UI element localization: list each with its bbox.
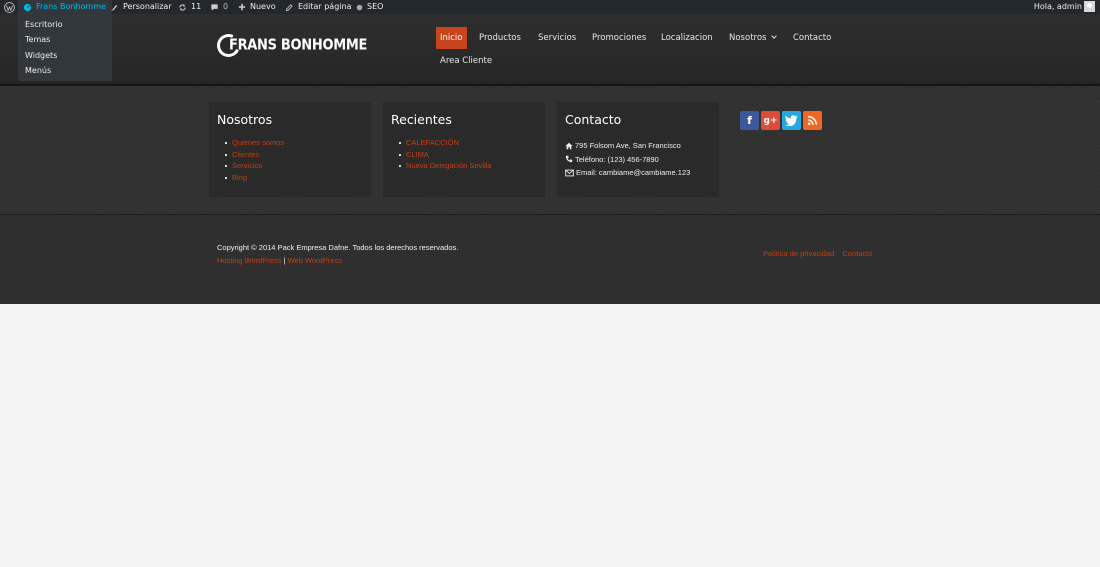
widget-title-recientes: Recientes xyxy=(391,112,452,127)
contact-address: 795 Folsom Ave, San Francisco xyxy=(565,139,690,153)
web-wordpress-link[interactable]: Web WordPress xyxy=(288,256,342,265)
email-text: Email: cambiame@cambiame.123 xyxy=(576,168,691,178)
comments-count: 0 xyxy=(223,2,229,11)
twitter-icon[interactable] xyxy=(782,111,801,130)
site-menu-item-widgets[interactable]: Widgets xyxy=(18,51,112,66)
widget-title-nosotros: Nosotros xyxy=(217,112,273,127)
nav-item-nosotros[interactable]: Nosotros xyxy=(729,27,778,49)
widget-nosotros: Nosotros Quienes somos Clientes Servicio… xyxy=(209,102,371,197)
nav-item-inicio[interactable]: Inicio xyxy=(436,27,467,49)
phone-text: Teléfono: (123) 456-7890 xyxy=(575,154,659,164)
link-quienes-somos[interactable]: Quienes somos xyxy=(223,137,284,149)
new-label: Nuevo xyxy=(250,2,276,11)
updates-link[interactable]: 11 xyxy=(178,0,201,14)
account-menu[interactable]: Hola, admin xyxy=(1034,0,1082,14)
footer-link-separator: | xyxy=(283,256,286,265)
chevron-down-icon xyxy=(771,33,778,39)
edit-page-label: Editar página xyxy=(298,2,352,11)
link-clientes[interactable]: Clientes xyxy=(223,149,284,161)
hosting-wordpress-link[interactable]: Hosting WordPress xyxy=(217,256,281,265)
customize-link[interactable]: Personalizar xyxy=(110,0,172,14)
seo-label: SEO xyxy=(367,2,384,11)
nav-item-nosotros-label: Nosotros xyxy=(729,33,767,43)
widget-title-contacto: Contacto xyxy=(565,112,622,127)
wordpress-logo-icon[interactable] xyxy=(2,0,16,14)
site-dropdown-menu: Escritorio Temas Widgets Menús xyxy=(18,14,112,81)
site-menu-item-menus[interactable]: Menús xyxy=(18,66,112,81)
logo-text: FRANS BONHOMME xyxy=(229,36,368,55)
nav-item-area-cliente[interactable]: Area Cliente xyxy=(440,50,492,72)
dashboard-icon xyxy=(23,3,32,11)
contact-phone: Teléfono: (123) 456-7890 xyxy=(565,153,690,167)
footer-widgets-area xyxy=(0,86,1100,214)
seo-status-icon xyxy=(356,4,363,10)
address-text: 795 Folsom Ave, San Francisco xyxy=(575,141,681,151)
nav-item-productos[interactable]: Productos xyxy=(479,27,521,49)
link-blog[interactable]: Blog xyxy=(223,172,284,184)
footer-nav: Política de privacidad Contacto xyxy=(763,249,872,258)
recientes-links: CALEFACCIÓN CLIMA Nueva Delegación Sevil… xyxy=(397,137,491,172)
site-header: FRANS BONHOMME xyxy=(0,14,1100,84)
site-logo[interactable]: FRANS BONHOMME xyxy=(213,30,368,61)
greeting-label: Hola, admin xyxy=(1033,2,1082,11)
home-icon xyxy=(565,142,573,149)
comments-link[interactable]: 0 xyxy=(210,0,228,14)
brush-icon xyxy=(111,4,118,11)
new-content-menu[interactable]: Nuevo xyxy=(238,0,276,14)
pencil-icon xyxy=(285,3,293,11)
site-menu-item-temas[interactable]: Temas xyxy=(18,35,112,50)
rss-icon[interactable] xyxy=(803,111,822,130)
link-servicios[interactable]: Servicios xyxy=(223,160,284,172)
site-menu-item-escritorio[interactable]: Escritorio xyxy=(18,20,112,35)
site-name-menu[interactable]: Frans Bonhomme xyxy=(18,0,112,14)
avatar[interactable] xyxy=(1084,1,1095,12)
google-plus-icon[interactable]: g+ xyxy=(761,111,780,130)
link-nueva-delegacion[interactable]: Nueva Delegación Sevilla xyxy=(397,160,491,172)
link-calefaccion[interactable]: CALEFACCIÓN xyxy=(397,137,491,149)
plus-icon xyxy=(238,3,246,11)
updates-icon xyxy=(179,3,186,11)
widget-recientes: Recientes CALEFACCIÓN CLIMA Nueva Delega… xyxy=(383,102,545,197)
link-clima[interactable]: CLIMA xyxy=(397,149,491,161)
footer-credit-links: Hosting WordPress | Web WordPress xyxy=(217,256,342,265)
customize-label: Personalizar xyxy=(123,2,172,11)
nav-item-promociones[interactable]: Promociones xyxy=(592,27,646,49)
nav-item-contacto[interactable]: Contacto xyxy=(793,27,831,49)
footer-contact-link[interactable]: Contacto xyxy=(842,249,872,258)
updates-count: 11 xyxy=(191,2,202,11)
nav-item-servicios[interactable]: Servicios xyxy=(538,27,576,49)
widget-contacto: Contacto 795 Folsom Ave, San Francisco T… xyxy=(557,102,719,197)
contact-email: Email: cambiame@cambiame.123 xyxy=(565,166,690,180)
site-footer: Copyright © 2014 Pack Empresa Dafne. Tod… xyxy=(0,215,1100,304)
social-links: f g+ xyxy=(740,111,824,130)
facebook-icon[interactable]: f xyxy=(740,111,759,130)
edit-page-link[interactable]: Editar página xyxy=(285,0,351,14)
copyright-text: Copyright © 2014 Pack Empresa Dafne. Tod… xyxy=(217,243,459,252)
nosotros-links: Quienes somos Clientes Servicios Blog xyxy=(223,137,284,183)
envelope-icon xyxy=(565,169,574,177)
site-name-label: Frans Bonhomme xyxy=(36,2,106,11)
admin-bar: Frans Bonhomme Personalizar 11 0 Nuevo E… xyxy=(0,0,1100,14)
nav-item-localizacion[interactable]: Localizacion xyxy=(661,27,713,49)
seo-menu[interactable]: SEO xyxy=(356,0,383,14)
phone-icon xyxy=(565,156,573,163)
privacy-policy-link[interactable]: Política de privacidad xyxy=(763,249,834,258)
comment-icon xyxy=(211,3,218,11)
